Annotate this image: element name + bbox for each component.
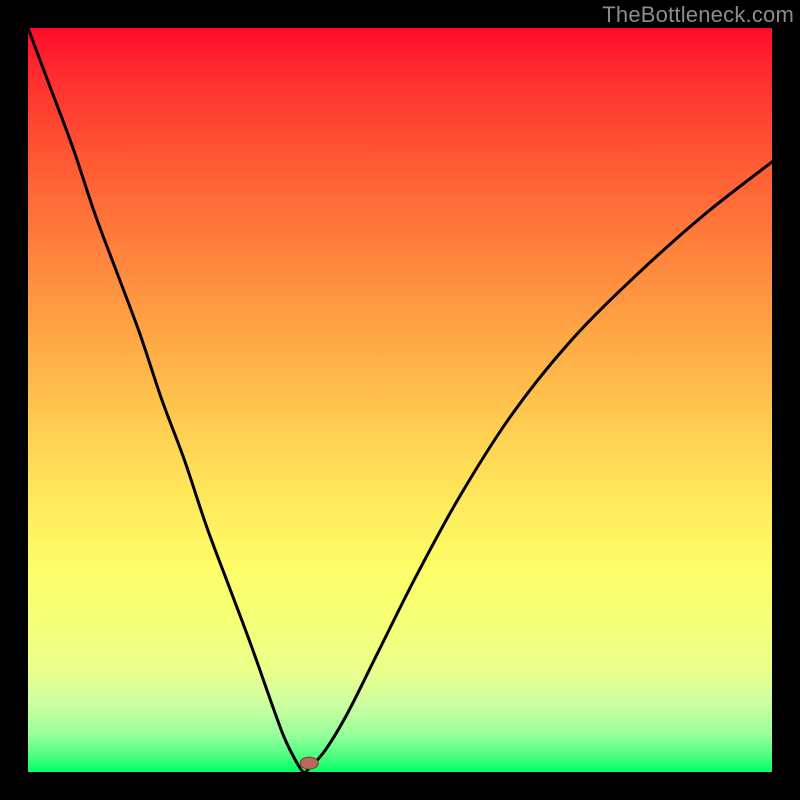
watermark-text: TheBottleneck.com	[602, 2, 794, 28]
chart-frame: TheBottleneck.com	[0, 0, 800, 800]
bottleneck-curve	[28, 28, 772, 772]
plot-area	[28, 28, 772, 772]
minimum-marker	[300, 757, 318, 769]
curve-path	[28, 28, 772, 772]
